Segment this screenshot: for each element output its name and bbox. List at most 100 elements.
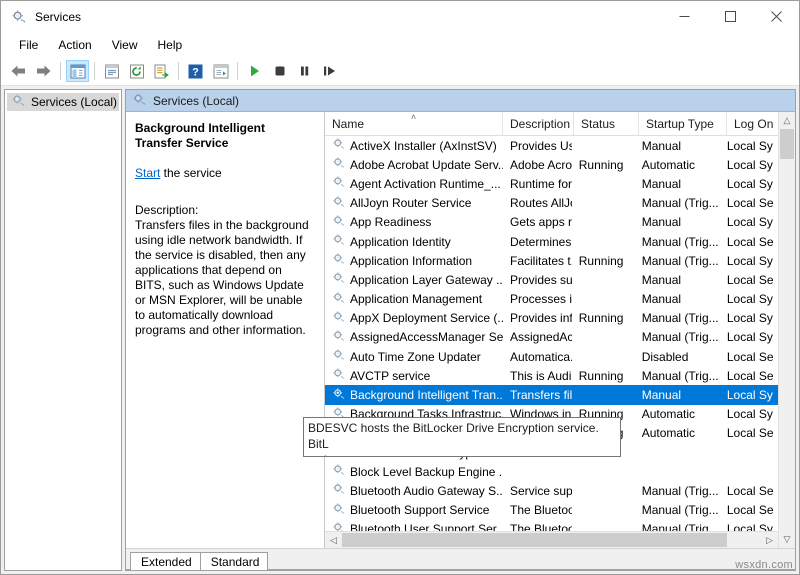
show-hide-console-icon[interactable] [209,60,232,82]
table-row[interactable]: App ReadinessGets apps re...ManualLocal … [325,213,778,232]
menu-view[interactable]: View [102,35,148,55]
cell-description: Service sup... [503,484,572,498]
cell-status: Running [572,369,635,383]
cell-service-name: Application Layer Gateway ... [325,271,503,288]
start-service-link[interactable]: Start [135,166,160,180]
cell-service-name: ActiveX Installer (AxInstSV) [325,137,503,154]
cell-startup-type: Manual [635,215,720,229]
vertical-scrollbar[interactable]: △ ▽ [778,112,795,548]
minimize-button[interactable] [661,1,707,32]
cell-description: Transfers fil... [503,388,572,402]
service-name-text: ActiveX Installer (AxInstSV) [350,139,497,153]
cell-log-on: Local Se [720,503,778,517]
forward-icon[interactable] [32,60,55,82]
cell-service-name: Bluetooth Support Service [325,502,503,519]
service-name-text: Adobe Acrobat Update Serv... [350,158,503,172]
service-name-text: Bluetooth Support Service [350,503,489,517]
column-description[interactable]: Description [503,112,574,135]
properties-icon[interactable] [100,60,123,82]
cell-service-name: Auto Time Zone Updater [325,348,503,365]
maximize-button[interactable] [707,1,753,32]
toolbar: ? [1,57,799,86]
tab-extended[interactable]: Extended [130,552,201,570]
table-row[interactable]: Auto Time Zone UpdaterAutomatica...Disab… [325,347,778,366]
column-log-on[interactable]: Log On˄ [727,112,778,135]
back-icon[interactable] [7,60,30,82]
help-icon[interactable]: ? [184,60,207,82]
service-gear-icon [332,329,346,346]
refresh-icon[interactable] [125,60,148,82]
restart-service-icon[interactable] [318,60,341,82]
cell-log-on: Local Se [720,350,778,364]
service-tooltip: BDESVC hosts the BitLocker Drive Encrypt… [303,417,621,457]
horizontal-scroll-thumb[interactable] [342,533,727,547]
service-name-text: Bluetooth User Support Ser... [350,522,503,531]
cell-startup-type: Manual (Trig... [635,503,720,517]
results-pane-body: Background Intelligent Transfer Service … [126,112,795,548]
vertical-scroll-thumb[interactable] [780,129,794,159]
services-list: Name˄Description Status Startup TypeLog On… [324,112,778,548]
column-status-label: Status [581,117,615,131]
table-row[interactable]: Agent Activation Runtime_...Runtime for.… [325,174,778,193]
menu-action[interactable]: Action [48,35,101,55]
cell-startup-type: Manual (Trig... [635,330,720,344]
horizontal-scrollbar[interactable]: ◁ ▷ [325,531,778,548]
table-row[interactable]: Background Intelligent Tran...Transfers … [325,385,778,404]
table-row[interactable]: Bluetooth Audio Gateway S...Service sup.… [325,481,778,500]
horizontal-scroll-track[interactable] [342,532,761,548]
cell-description: The Bluetoo... [503,522,572,531]
service-detail-panel: Background Intelligent Transfer Service … [126,112,324,548]
service-gear-icon [332,214,346,231]
services-window: Services File Action View Help [0,0,800,575]
cell-log-on: Local Sy [720,158,778,172]
cell-log-on: Local Sy [720,254,778,268]
column-startup-type[interactable]: Startup Type [639,112,727,135]
service-name-text: AVCTP service [350,369,430,383]
scroll-left-arrow[interactable]: ◁ [325,532,342,548]
cell-description: The Bluetoo... [503,503,572,517]
start-service-icon[interactable] [243,60,266,82]
tree-item-services-local[interactable]: Services (Local) [7,93,119,111]
scroll-right-arrow[interactable]: ▷ [761,532,778,548]
table-row[interactable]: Adobe Acrobat Update Serv...Adobe Acro..… [325,155,778,174]
service-gear-icon [332,137,346,154]
cell-service-name: Block Level Backup Engine ... [325,463,503,480]
scroll-down-arrow[interactable]: ▽ [779,531,795,548]
cell-log-on: Local Sy [720,311,778,325]
stop-service-icon[interactable] [268,60,291,82]
table-row[interactable]: Application InformationFacilitates t...R… [325,251,778,270]
cell-startup-type: Manual [635,388,720,402]
cell-startup-type: Manual (Trig... [635,484,720,498]
table-row[interactable]: Bluetooth Support Service The Bluetoo... M… [325,501,778,520]
cell-service-name: Application Identity [325,233,503,250]
close-button[interactable] [753,1,799,32]
table-row[interactable]: Block Level Backup Engine ... [325,462,778,481]
cell-log-on: Local Se [720,196,778,210]
tab-standard[interactable]: Standard [200,552,269,570]
scroll-up-arrow[interactable]: △ [779,112,795,129]
column-name[interactable]: Name˄ [325,112,503,135]
toolbar-separator-4 [237,62,238,80]
table-row[interactable]: ActiveX Installer (AxInstSV)Provides Us.… [325,136,778,155]
table-row[interactable]: AppX Deployment Service (...Provides inf… [325,309,778,328]
table-row[interactable]: Application Layer Gateway ...Provides su… [325,270,778,289]
show-hide-tree-icon[interactable] [66,60,89,82]
table-row[interactable]: AllJoyn Router ServiceRoutes AllJo...Man… [325,194,778,213]
vertical-scroll-track[interactable] [779,129,795,531]
table-row[interactable]: Bluetooth User Support Ser...The Bluetoo… [325,520,778,531]
cell-service-name: AllJoyn Router Service [325,195,503,212]
menu-help[interactable]: Help [148,35,193,55]
menu-file[interactable]: File [9,35,48,55]
pause-service-icon[interactable] [293,60,316,82]
export-list-icon[interactable] [150,60,173,82]
service-gear-icon [332,387,346,404]
table-row[interactable]: AssignedAccessManager Se...AssignedAc...… [325,328,778,347]
table-row[interactable]: Application IdentityDetermines ...Manual… [325,232,778,251]
cell-description: This is Audi... [503,369,572,383]
table-row[interactable]: Application ManagementProcesses in...Man… [325,290,778,309]
content-area: Services (Local) [1,86,799,574]
table-row[interactable]: AVCTP serviceThis is Audi...RunningManua… [325,366,778,385]
column-status[interactable]: Status [574,112,639,135]
results-pane: Services (Local) Background Intelligent … [125,89,796,571]
cell-service-name: App Readiness [325,214,503,231]
